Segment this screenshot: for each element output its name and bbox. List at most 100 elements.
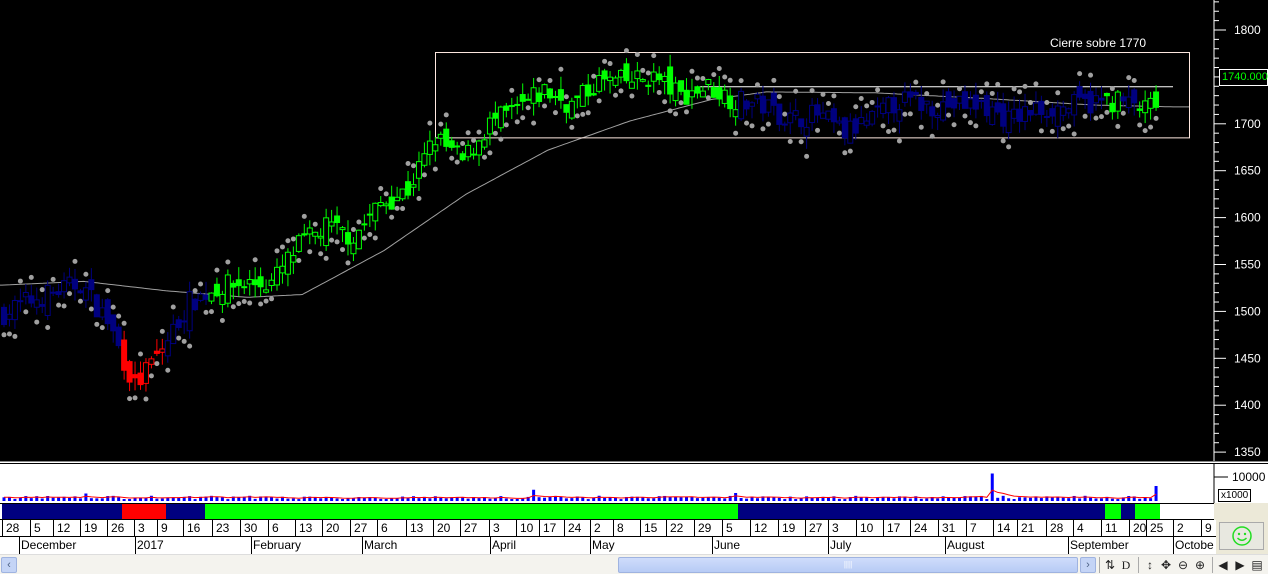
volume-bar [586, 499, 590, 501]
candle-body-down [104, 299, 111, 325]
date-label: 28 [2, 520, 19, 537]
scrollbar-thumb[interactable]: |||| [618, 557, 1078, 573]
candle-body-up [399, 188, 406, 200]
volume-bar [330, 497, 334, 501]
date-label: 13 [406, 520, 423, 537]
date-label: 2 [590, 520, 601, 537]
scroll-toolbar: ‹ |||| › ⇅ D ↕ ✥ ⊖ ⊕ ◀ ▶ ▤ [0, 554, 1268, 574]
sar-dot [618, 88, 624, 94]
sentiment-indicator[interactable] [1219, 522, 1264, 550]
volume-bar [275, 498, 279, 501]
refresh-icon[interactable]: ⇅ [1102, 557, 1118, 573]
sar-dot [820, 91, 826, 97]
scroll-left-button[interactable]: ‹ [1, 557, 17, 573]
candle-body-down [830, 108, 837, 123]
sar-dot [902, 111, 908, 117]
volume-bar [477, 498, 481, 501]
date-label: 10 [856, 520, 873, 537]
sar-dot [77, 298, 83, 304]
sar-dot [1109, 86, 1115, 92]
sar-dot [154, 361, 160, 367]
sar-dot [269, 296, 275, 302]
sar-dot [913, 79, 919, 85]
sar-dot [842, 150, 848, 156]
sar-dot [487, 150, 493, 156]
volume-bar [122, 499, 126, 501]
volume-bar [559, 497, 563, 501]
candle-body-down [683, 89, 690, 105]
previous-icon[interactable]: ◀ [1215, 557, 1231, 573]
volume-bar [794, 499, 798, 501]
sar-dot [509, 87, 515, 93]
date-label: 9 [157, 520, 168, 537]
zoom-in-icon[interactable]: ⊕ [1192, 557, 1208, 573]
month-label: May [590, 537, 615, 554]
volume-bar [952, 497, 956, 501]
sar-dot [258, 301, 264, 307]
volume-bar [854, 495, 858, 501]
sar-dot [23, 309, 29, 315]
volume-bar [341, 498, 345, 501]
volume-bar [100, 498, 104, 501]
candle-body-up [765, 99, 772, 113]
candle-body-down [678, 80, 685, 92]
sar-dot [613, 92, 619, 98]
candle-body-up [224, 274, 231, 304]
volume-bar [564, 498, 568, 501]
volume-bar [68, 497, 72, 501]
sar-dot [454, 159, 460, 165]
candle-body-down [334, 215, 341, 223]
sar-dot [847, 148, 853, 154]
sar-dot [170, 304, 176, 310]
candle-body-up [366, 213, 373, 216]
volume-bar [1028, 497, 1032, 501]
month-axis: December 2017 February March April May June Jul… [0, 537, 1216, 554]
sar-dot [1060, 126, 1066, 132]
scroll-right-button[interactable]: › [1080, 557, 1096, 573]
sar-dot [809, 88, 815, 94]
candle-body-down [1131, 89, 1138, 104]
sar-dot [580, 111, 586, 117]
candle-body-up [809, 104, 816, 124]
volume-bar [723, 498, 727, 501]
candle-body-up [661, 75, 668, 82]
sar-dot [1, 332, 7, 338]
candle-body-down [405, 181, 412, 196]
volume-bar [603, 497, 607, 501]
sar-dot [678, 100, 684, 106]
date-label: 20 [322, 520, 339, 537]
sar-dot [1093, 115, 1099, 121]
sar-dot [421, 172, 427, 178]
candle-body-up [246, 279, 253, 285]
candle-body-up [541, 84, 548, 95]
candle-body-up [978, 100, 985, 103]
volume-bar [810, 497, 814, 501]
month-label: June [712, 537, 741, 554]
move-icon[interactable]: ✥ [1158, 557, 1174, 573]
candle-body-down [492, 112, 499, 119]
next-icon[interactable]: ▶ [1232, 557, 1248, 573]
candle-body-up [1071, 94, 1078, 116]
zoom-out-icon[interactable]: ⊖ [1175, 557, 1191, 573]
sar-dot [1044, 99, 1050, 105]
daily-period-icon[interactable]: D [1118, 557, 1134, 573]
candle-body-down [213, 283, 220, 297]
date-label: 2 [1173, 520, 1184, 537]
candle-body-down [88, 279, 95, 291]
candle-body-up [634, 70, 641, 80]
volume-bar [777, 497, 781, 501]
candle-body-down [115, 326, 122, 347]
candle-body-up [596, 75, 603, 92]
sar-dot [771, 77, 777, 83]
volume-bar [679, 497, 683, 501]
vertical-resize-icon[interactable]: ↕ [1142, 557, 1158, 573]
sar-dot [700, 75, 706, 81]
y-tick-label: 1350 [1234, 445, 1261, 459]
volume-canvas [2, 464, 1228, 503]
menu-icon[interactable]: ▤ [1249, 557, 1265, 573]
sar-dot [951, 122, 957, 128]
candle-body-down [235, 279, 242, 287]
sar-dot [192, 288, 198, 294]
sar-dot [973, 123, 979, 129]
price-chart[interactable]: 1800175017001650160015501500145014001350… [0, 0, 1268, 462]
